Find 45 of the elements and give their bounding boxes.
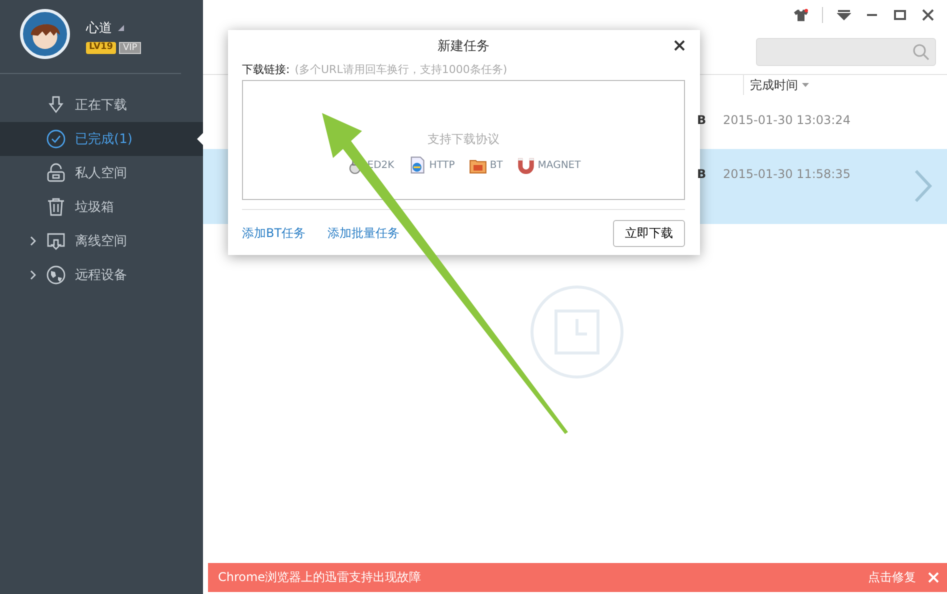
sidebar-item[interactable]: 离线空间 xyxy=(0,224,203,258)
table-cell: 2015-01-30 13:03:24 xyxy=(723,113,850,127)
table-cell-text: B xyxy=(697,113,708,127)
globe-icon xyxy=(46,265,66,285)
skin-shirt-icon[interactable] xyxy=(794,8,808,22)
clock-icon xyxy=(530,285,624,379)
close-icon[interactable] xyxy=(921,8,935,22)
trash-icon xyxy=(46,197,66,217)
caret-icon[interactable] xyxy=(118,25,124,31)
column-header[interactable]: 完成时间 xyxy=(743,75,809,95)
sidebar-item[interactable]: 已完成(1) xyxy=(0,122,203,156)
table-cell: 2015-01-30 11:58:35 xyxy=(723,167,850,181)
close-icon[interactable] xyxy=(674,40,685,51)
dropdown-menu-icon[interactable] xyxy=(837,8,851,22)
protocol-label: BT xyxy=(490,160,503,170)
maximize-icon[interactable] xyxy=(893,8,907,22)
search-field[interactable] xyxy=(756,38,936,66)
vip-badge: VIP xyxy=(119,42,142,54)
table-cell-text: B xyxy=(697,167,708,181)
add-task-link[interactable]: 添加批量任务 xyxy=(328,225,400,242)
dialog-title: 新建任务 xyxy=(438,38,490,55)
web-page-icon xyxy=(408,156,426,174)
user-name[interactable]: 心道 xyxy=(86,19,112,37)
expand-chevron-icon[interactable] xyxy=(30,270,36,280)
notice-text: Chrome浏览器上的迅雷支持出现故障 xyxy=(218,569,422,586)
sidebar-item[interactable]: 正在下载 xyxy=(0,88,203,122)
sidebar-item[interactable]: 私人空间 xyxy=(0,156,203,190)
add-task-link[interactable]: 添加BT任务 xyxy=(242,225,306,242)
magnet-icon xyxy=(516,156,535,174)
download-now-button[interactable]: 立即下载 xyxy=(613,220,685,247)
check-circle-icon xyxy=(46,129,66,149)
field-label: 下载链接: xyxy=(242,62,290,77)
expand-chevron-icon[interactable] xyxy=(30,236,36,246)
protocol-label: HTTP xyxy=(429,160,455,170)
level-badge: LV19 xyxy=(86,42,116,54)
protocols-title: 支持下载协议 xyxy=(428,131,500,148)
cloud-download-icon xyxy=(46,231,66,251)
protocol-label: MAGNET xyxy=(538,160,581,170)
sidebar-item[interactable]: 垃圾箱 xyxy=(0,190,203,224)
sort-caret-icon[interactable] xyxy=(802,82,809,88)
sidebar-item[interactable]: 远程设备 xyxy=(0,258,203,292)
avatar-icon[interactable] xyxy=(20,9,70,59)
field-hint: (多个URL请用回车换行，支持1000条任务) xyxy=(294,62,508,77)
download-icon xyxy=(46,95,66,115)
lock-icon xyxy=(46,163,66,183)
